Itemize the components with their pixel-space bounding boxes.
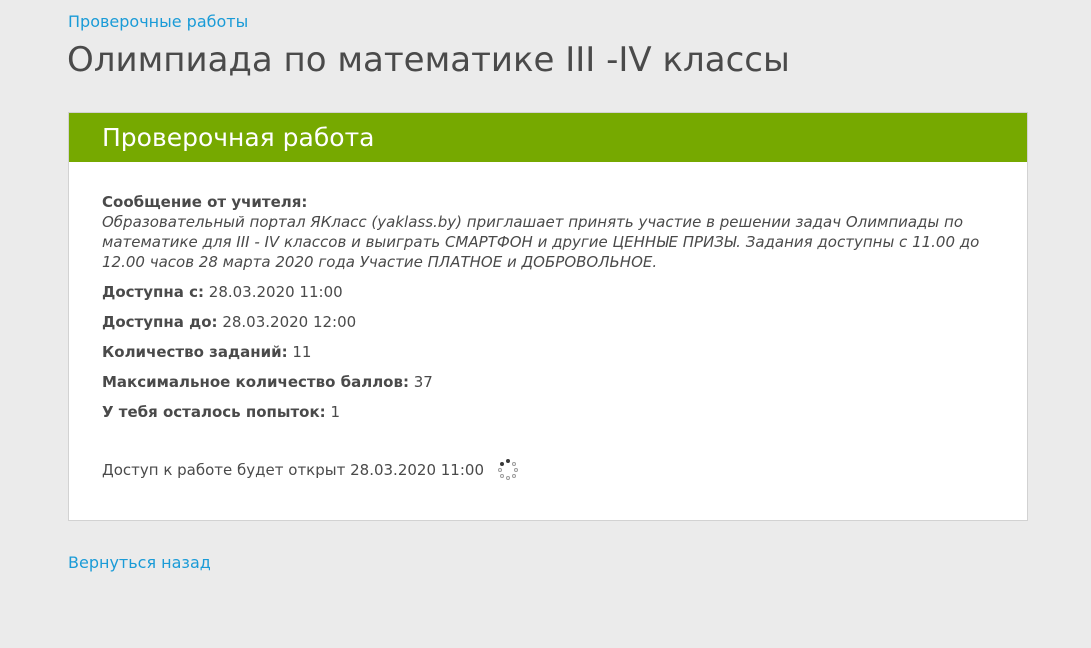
access-status-text: Доступ к работе будет открыт 28.03.2020 … (102, 461, 484, 479)
test-info-card: Проверочная работа Сообщение от учителя:… (68, 112, 1028, 521)
info-row-task-count: Количество заданий: 11 (102, 342, 994, 362)
card-header: Проверочная работа (69, 113, 1027, 162)
back-link[interactable]: Вернуться назад (68, 552, 211, 574)
loading-spinner-icon (497, 459, 519, 481)
card-body: Сообщение от учителя: Образовательный по… (69, 162, 1027, 481)
info-label: Доступна до: (102, 313, 218, 331)
info-label: Доступна с: (102, 283, 204, 301)
info-value: 28.03.2020 11:00 (208, 283, 343, 301)
info-row-attempts-left: У тебя осталось попыток: 1 (102, 402, 994, 422)
teacher-message-label: Сообщение от учителя: (102, 193, 308, 211)
teacher-message-text: Образовательный портал ЯКласс (yaklass.b… (102, 213, 980, 271)
info-label: Количество заданий: (102, 343, 288, 361)
card-header-title: Проверочная работа (102, 123, 375, 152)
access-status: Доступ к работе будет открыт 28.03.2020 … (102, 459, 994, 481)
info-row-available-from: Доступна с: 28.03.2020 11:00 (102, 282, 994, 302)
page-title: Олимпиада по математике III -IV классы (67, 40, 790, 80)
info-value: 37 (413, 373, 433, 391)
info-label: Максимальное количество баллов: (102, 373, 409, 391)
info-label: У тебя осталось попыток: (102, 403, 326, 421)
info-row-available-until: Доступна до: 28.03.2020 12:00 (102, 312, 994, 332)
info-value: 11 (292, 343, 312, 361)
breadcrumb-link[interactable]: Проверочные работы (68, 11, 248, 33)
info-value: 1 (330, 403, 340, 421)
info-value: 28.03.2020 12:00 (222, 313, 357, 331)
info-row-max-score: Максимальное количество баллов: 37 (102, 372, 994, 392)
